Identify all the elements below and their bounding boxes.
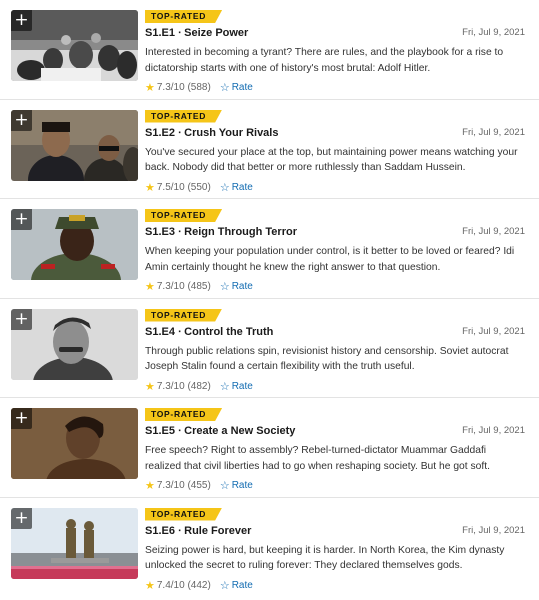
add-to-watchlist-button[interactable]: + bbox=[11, 408, 32, 429]
rating-value: 7.5/10 bbox=[156, 181, 185, 193]
episode-description: When keeping your population under contr… bbox=[145, 246, 515, 273]
rating-row: ★ 7.3/10 (455) ☆ Rate bbox=[145, 479, 253, 492]
rate-button[interactable]: ☆ Rate bbox=[220, 81, 253, 94]
episode-description: Through public relations spin, revisioni… bbox=[145, 345, 509, 373]
rate-label: Rate bbox=[231, 380, 253, 392]
episode-thumbnail[interactable]: + bbox=[11, 209, 138, 280]
rating-value: 7.3/10 bbox=[156, 281, 185, 292]
star-icon: ★ bbox=[145, 181, 155, 194]
rating-row: ★ 7.4/10 (442) ☆ Rate bbox=[145, 579, 253, 592]
top-rated-badge: TOP-RATED bbox=[145, 10, 222, 23]
rate-label: Rate bbox=[231, 579, 253, 591]
episode-date: Fri, Jul 9, 2021 bbox=[462, 226, 525, 237]
episode-thumbnail[interactable]: + bbox=[11, 109, 138, 181]
episode-title[interactable]: S1.E5 ∙ Create a New Society bbox=[145, 425, 295, 437]
episode-title[interactable]: S1.E2 ∙ Crush Your Rivals bbox=[145, 127, 278, 139]
star-outline-icon: ☆ bbox=[219, 380, 230, 393]
episode-title[interactable]: S1.E4 ∙ Control the Truth bbox=[145, 326, 273, 338]
episode-list: + TOP-RATED S1.E1 ∙ Seize Power Fri, Jul… bbox=[0, 0, 539, 597]
episode-date: Fri, Jul 9, 2021 bbox=[462, 425, 525, 436]
star-outline-icon: ☆ bbox=[219, 281, 230, 293]
add-to-watchlist-button[interactable]: + bbox=[11, 209, 32, 230]
top-rated-badge: TOP-RATED bbox=[145, 408, 222, 421]
star-icon: ★ bbox=[145, 281, 155, 293]
rating-row: ★ 7.3/10 (485) ☆ Rate bbox=[145, 280, 253, 293]
top-rated-badge: TOP-RATED bbox=[145, 309, 222, 322]
episode-item: + TOP-RATED S1.E3 ∙ Reign Through Terror… bbox=[0, 199, 539, 299]
episode-thumbnail[interactable]: + bbox=[11, 308, 138, 380]
rating-row: ★ 7.3/10 (482) ☆ Rate bbox=[145, 380, 253, 393]
rating-value: 7.3/10 bbox=[156, 380, 185, 392]
episode-thumbnail[interactable]: + bbox=[11, 507, 138, 579]
rate-label: Rate bbox=[231, 181, 253, 193]
vote-count: (550) bbox=[187, 181, 211, 193]
episode-item: + TOP-RATED S1.E1 ∙ Seize Power Fri, Jul… bbox=[0, 0, 539, 100]
episode-description: Interested in becoming a tyrant? There a… bbox=[145, 47, 504, 74]
star-outline-icon: ☆ bbox=[219, 181, 230, 194]
episode-date: Fri, Jul 9, 2021 bbox=[462, 325, 525, 337]
episode-description: Seizing power is hard, but keeping it is… bbox=[145, 544, 505, 572]
episode-title[interactable]: S1.E6 ∙ Rule Forever bbox=[145, 525, 251, 537]
add-to-watchlist-button[interactable]: + bbox=[11, 109, 32, 131]
episode-thumbnail[interactable]: + bbox=[11, 10, 138, 81]
add-to-watchlist-button[interactable]: + bbox=[11, 308, 32, 330]
top-rated-badge: TOP-RATED bbox=[145, 508, 222, 521]
vote-count: (442) bbox=[187, 579, 211, 591]
rating-value: 7.3/10 bbox=[156, 480, 185, 491]
episode-description: You've secured your place at the top, bu… bbox=[145, 146, 518, 174]
episode-thumbnail[interactable]: + bbox=[11, 408, 138, 479]
rating-value: 7.3/10 bbox=[156, 82, 185, 93]
star-outline-icon: ☆ bbox=[219, 579, 230, 592]
star-icon: ★ bbox=[145, 579, 155, 592]
episode-date: Fri, Jul 9, 2021 bbox=[462, 126, 525, 138]
rate-button[interactable]: ☆ Rate bbox=[220, 579, 253, 592]
rate-label: Rate bbox=[231, 480, 253, 491]
episode-item: + TOP-RATED S1.E5 ∙ Create a New Society… bbox=[0, 398, 539, 498]
rate-button[interactable]: ☆ Rate bbox=[220, 280, 253, 293]
top-rated-badge: TOP-RATED bbox=[145, 110, 222, 123]
episode-title[interactable]: S1.E1 ∙ Seize Power bbox=[145, 27, 248, 39]
rate-button[interactable]: ☆ Rate bbox=[220, 181, 253, 194]
episode-date: Fri, Jul 9, 2021 bbox=[462, 27, 525, 38]
rate-label: Rate bbox=[231, 281, 253, 292]
episode-description: Free speech? Right to assembly? Rebel-tu… bbox=[145, 445, 490, 472]
rating-row: ★ 7.5/10 (550) ☆ Rate bbox=[145, 181, 253, 194]
rate-label: Rate bbox=[231, 82, 253, 93]
episode-item: + TOP-RATED S1.E4 ∙ Control the Truth Fr… bbox=[0, 299, 539, 398]
episode-date: Fri, Jul 9, 2021 bbox=[462, 524, 525, 536]
star-icon: ★ bbox=[145, 380, 155, 393]
episode-item: + TOP-RATED S1.E6 ∙ Rule Forever Fri, Ju… bbox=[0, 498, 539, 598]
rate-button[interactable]: ☆ Rate bbox=[220, 380, 253, 393]
star-icon: ★ bbox=[145, 480, 155, 492]
episode-title[interactable]: S1.E3 ∙ Reign Through Terror bbox=[145, 226, 297, 238]
top-rated-badge: TOP-RATED bbox=[145, 209, 222, 222]
vote-count: (455) bbox=[187, 480, 211, 491]
star-outline-icon: ☆ bbox=[219, 480, 230, 492]
add-to-watchlist-button[interactable]: + bbox=[11, 10, 32, 31]
rating-value: 7.4/10 bbox=[156, 579, 185, 591]
vote-count: (482) bbox=[187, 380, 211, 392]
star-outline-icon: ☆ bbox=[219, 82, 230, 94]
rate-button[interactable]: ☆ Rate bbox=[220, 479, 253, 492]
episode-item: + TOP-RATED S1.E2 ∙ Crush Your Rivals Fr… bbox=[0, 100, 539, 199]
vote-count: (588) bbox=[187, 82, 211, 93]
star-icon: ★ bbox=[145, 82, 155, 94]
rating-row: ★ 7.3/10 (588) ☆ Rate bbox=[145, 81, 253, 94]
add-to-watchlist-button[interactable]: + bbox=[11, 507, 32, 529]
vote-count: (485) bbox=[187, 281, 211, 292]
